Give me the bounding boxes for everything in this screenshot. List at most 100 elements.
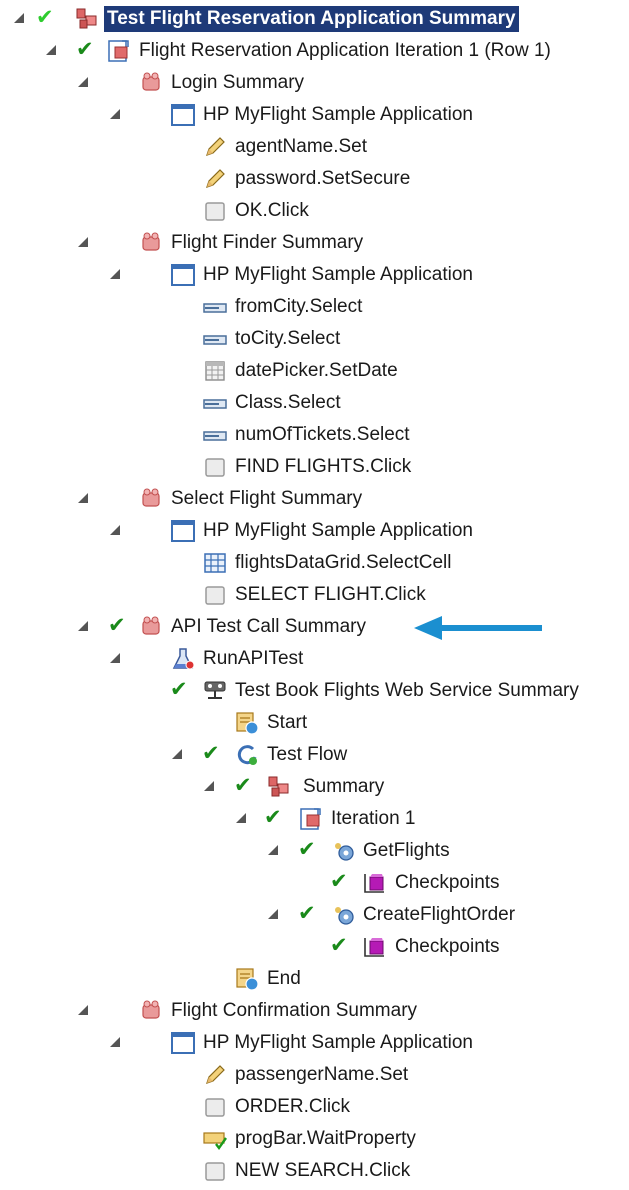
tree-node[interactable]: datePicker.SetDate bbox=[0, 355, 629, 387]
passed-check-icon bbox=[76, 39, 98, 61]
tree-node[interactable]: Checkpoints bbox=[0, 867, 629, 899]
tree-node[interactable]: OK.Click bbox=[0, 195, 629, 227]
callout-arrow-head-icon bbox=[414, 616, 442, 640]
tree-node[interactable]: Login Summary bbox=[0, 67, 629, 99]
passed-check-icon bbox=[234, 775, 256, 797]
tree-node[interactable]: Start bbox=[0, 707, 629, 739]
checkpoint-icon bbox=[362, 934, 388, 960]
passed-check-icon bbox=[330, 935, 352, 957]
expander-triangle-icon[interactable] bbox=[110, 653, 120, 663]
tree-node[interactable]: Flight Reservation Application Iteration… bbox=[0, 35, 629, 67]
tree-node[interactable]: Class.Select bbox=[0, 387, 629, 419]
expander-triangle-icon[interactable] bbox=[110, 269, 120, 279]
tree-node[interactable]: password.SetSecure bbox=[0, 163, 629, 195]
flow-icon bbox=[234, 742, 260, 768]
passed-check-icon bbox=[170, 679, 192, 701]
tree-node-label: Test Flight Reservation Application Summ… bbox=[104, 6, 519, 32]
expander-triangle-icon[interactable] bbox=[46, 45, 56, 55]
tree-node-label: Checkpoints bbox=[395, 936, 500, 957]
expander-triangle-icon[interactable] bbox=[78, 621, 88, 631]
tree-node-label: Checkpoints bbox=[395, 872, 500, 893]
tree-node[interactable]: Flight Confirmation Summary bbox=[0, 995, 629, 1027]
tree-node[interactable]: SELECT FLIGHT.Click bbox=[0, 579, 629, 611]
tree-node[interactable]: GetFlights bbox=[0, 835, 629, 867]
passed-check-icon bbox=[330, 871, 352, 893]
tree-node[interactable]: HP MyFlight Sample Application bbox=[0, 99, 629, 131]
expander-triangle-icon[interactable] bbox=[110, 1037, 120, 1047]
window-icon bbox=[170, 518, 196, 544]
expander-triangle-icon[interactable] bbox=[78, 493, 88, 503]
tree-node-label: Test Book Flights Web Service Summary bbox=[235, 680, 579, 701]
tree-node[interactable]: Iteration 1 bbox=[0, 803, 629, 835]
tree-node-label: HP MyFlight Sample Application bbox=[203, 520, 473, 541]
expander-triangle-icon[interactable] bbox=[268, 909, 278, 919]
tree-node[interactable]: fromCity.Select bbox=[0, 291, 629, 323]
expander-triangle-icon[interactable] bbox=[78, 77, 88, 87]
tree-node[interactable]: RunAPITest bbox=[0, 643, 629, 675]
tree-node[interactable]: HP MyFlight Sample Application bbox=[0, 515, 629, 547]
start-icon bbox=[234, 710, 260, 736]
tree-node-label: OK.Click bbox=[235, 200, 309, 221]
tree-node[interactable]: End bbox=[0, 963, 629, 995]
expander-triangle-icon[interactable] bbox=[268, 845, 278, 855]
button-icon bbox=[202, 454, 228, 480]
tree-node[interactable]: flightsDataGrid.SelectCell bbox=[0, 547, 629, 579]
tree-node[interactable]: agentName.Set bbox=[0, 131, 629, 163]
expander-triangle-icon[interactable] bbox=[110, 109, 120, 119]
tree-node[interactable]: Test Flow bbox=[0, 739, 629, 771]
button-icon bbox=[202, 1094, 228, 1120]
tree-node-label: HP MyFlight Sample Application bbox=[203, 1032, 473, 1053]
tree-node[interactable]: progBar.WaitProperty bbox=[0, 1123, 629, 1155]
gears-icon bbox=[330, 902, 356, 928]
pencil-icon bbox=[202, 166, 228, 192]
tree-node[interactable]: HP MyFlight Sample Application bbox=[0, 1027, 629, 1059]
tree-node[interactable]: Select Flight Summary bbox=[0, 483, 629, 515]
tree-node-label: Flight Confirmation Summary bbox=[171, 1000, 418, 1021]
expander-triangle-icon[interactable] bbox=[110, 525, 120, 535]
passed-check-icon bbox=[298, 839, 320, 861]
grid-icon bbox=[202, 550, 228, 576]
summary-blocks-icon bbox=[74, 6, 100, 32]
tree-node[interactable]: toCity.Select bbox=[0, 323, 629, 355]
expander-triangle-icon[interactable] bbox=[204, 781, 214, 791]
expander-triangle-icon[interactable] bbox=[14, 13, 24, 23]
flask-icon bbox=[170, 646, 196, 672]
pencil-icon bbox=[202, 1062, 228, 1088]
window-icon bbox=[170, 262, 196, 288]
tree-node[interactable]: passengerName.Set bbox=[0, 1059, 629, 1091]
expander-triangle-icon[interactable] bbox=[172, 749, 182, 759]
tree-node[interactable]: NEW SEARCH.Click bbox=[0, 1155, 629, 1187]
expander-triangle-icon[interactable] bbox=[78, 1005, 88, 1015]
tree-node[interactable]: Checkpoints bbox=[0, 931, 629, 963]
passed-check-icon bbox=[202, 743, 224, 765]
tree-node[interactable]: Summary bbox=[0, 771, 629, 803]
tree-node[interactable]: Test Book Flights Web Service Summary bbox=[0, 675, 629, 707]
tree-node-label: RunAPITest bbox=[203, 648, 304, 669]
callout-arrow-icon bbox=[440, 625, 542, 631]
calendar-icon bbox=[202, 358, 228, 384]
tree-node[interactable]: HP MyFlight Sample Application bbox=[0, 259, 629, 291]
tree-node[interactable]: FIND FLIGHTS.Click bbox=[0, 451, 629, 483]
expander-triangle-icon[interactable] bbox=[78, 237, 88, 247]
pencil-icon bbox=[202, 134, 228, 160]
button-icon bbox=[202, 1158, 228, 1184]
tree-node-label: passengerName.Set bbox=[235, 1064, 409, 1085]
tree-node[interactable]: Test Flight Reservation Application Summ… bbox=[0, 3, 629, 35]
combobox-icon bbox=[202, 390, 228, 416]
tree-node-label: FIND FLIGHTS.Click bbox=[235, 456, 412, 477]
tree-node-label: progBar.WaitProperty bbox=[235, 1128, 416, 1149]
expander-triangle-icon[interactable] bbox=[236, 813, 246, 823]
action-icon bbox=[138, 70, 164, 96]
tree-node[interactable]: CreateFlightOrder bbox=[0, 899, 629, 931]
action-icon bbox=[138, 614, 164, 640]
tree-node-label: Iteration 1 bbox=[331, 808, 416, 829]
wait-property-icon bbox=[202, 1126, 228, 1152]
tree-node-label: CreateFlightOrder bbox=[363, 904, 516, 925]
tree-node-label: password.SetSecure bbox=[235, 168, 411, 189]
tree-node[interactable]: Flight Finder Summary bbox=[0, 227, 629, 259]
web-service-icon bbox=[202, 678, 228, 704]
tree-node[interactable]: ORDER.Click bbox=[0, 1091, 629, 1123]
tree-node-label: HP MyFlight Sample Application bbox=[203, 264, 473, 285]
tree-node-label: Summary bbox=[303, 776, 385, 797]
tree-node[interactable]: numOfTickets.Select bbox=[0, 419, 629, 451]
